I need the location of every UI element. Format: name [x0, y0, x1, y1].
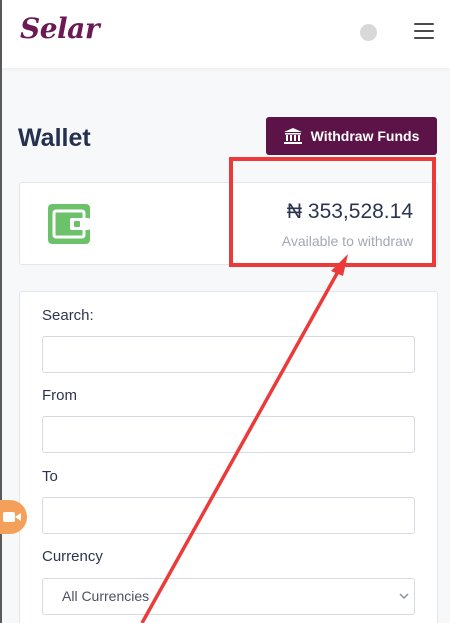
bank-icon	[283, 128, 302, 144]
chevron-down-icon	[399, 593, 409, 600]
to-date-input[interactable]	[42, 497, 415, 534]
wallet-icon	[48, 204, 90, 244]
currency-select[interactable]: All Currencies	[42, 578, 415, 615]
annotation-highlight-box	[229, 157, 436, 267]
currency-selected-value: All Currencies	[62, 588, 150, 604]
hamburger-menu-icon[interactable]	[414, 23, 434, 39]
to-label: To	[42, 468, 58, 485]
page-title: Wallet	[18, 124, 91, 152]
transaction-filter-card: Search: From To Currency All Currencies	[19, 291, 438, 623]
withdraw-funds-button[interactable]: Withdraw Funds	[266, 117, 437, 155]
top-navbar: Selar	[2, 0, 450, 68]
search-input[interactable]	[42, 336, 415, 373]
selar-logo[interactable]: Selar	[20, 12, 100, 45]
from-date-input[interactable]	[42, 416, 415, 453]
user-avatar-icon[interactable]	[360, 24, 377, 41]
search-label: Search:	[42, 307, 94, 324]
from-label: From	[42, 387, 77, 404]
currency-label: Currency	[42, 548, 103, 565]
withdraw-funds-label: Withdraw Funds	[310, 128, 420, 144]
video-camera-icon	[3, 512, 21, 522]
